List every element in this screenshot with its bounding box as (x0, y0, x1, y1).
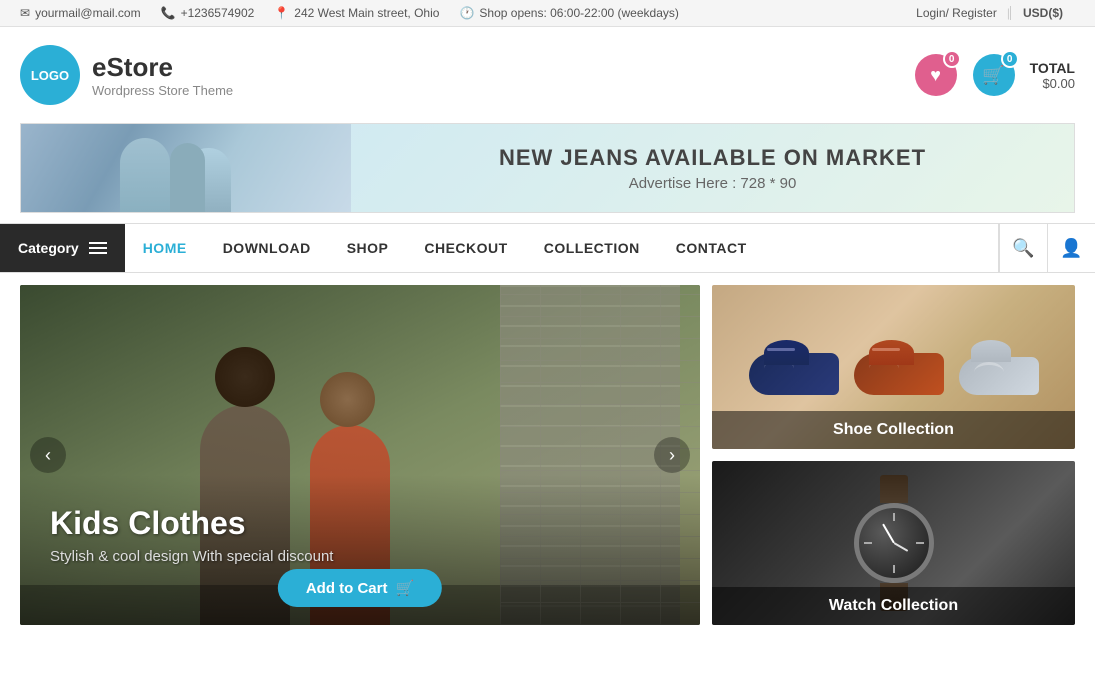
topbar-hours: Shop opens: 06:00-22:00 (weekdays) (459, 6, 678, 20)
navbar: Category HOME DOWNLOAD SHOP CHECKOUT COL… (0, 223, 1095, 273)
cart-button[interactable]: 🛒 0 (973, 54, 1015, 96)
clock-icon (459, 6, 474, 20)
cart-badge: 0 (1001, 50, 1019, 68)
currency-selector[interactable]: USD($) (1010, 6, 1075, 20)
shoe-panel[interactable]: Shoe Collection (712, 285, 1075, 449)
banner-headline: NEW JEANS AVAILABLE ON MARKET (381, 145, 1044, 171)
banner-subtext: Advertise Here : 728 * 90 (381, 175, 1044, 192)
logo-area: LOGO eStore Wordpress Store Theme (20, 45, 233, 105)
cart-icon-small: 🛒 (395, 579, 414, 597)
nav-checkout[interactable]: CHECKOUT (406, 224, 525, 272)
add-to-cart-button[interactable]: Add to Cart 🛒 (278, 569, 442, 607)
phone-icon (161, 6, 176, 20)
account-button[interactable]: 👤 (1047, 224, 1095, 272)
topbar-phone: +1236574902 (161, 6, 255, 20)
login-register-link[interactable]: Login/ Register (906, 6, 1007, 20)
nav-home[interactable]: HOME (125, 224, 205, 272)
category-button[interactable]: Category (0, 224, 125, 272)
main-nav: HOME DOWNLOAD SHOP CHECKOUT COLLECTION C… (125, 224, 998, 272)
slider-prev-button[interactable]: ‹ (30, 437, 66, 473)
total-label: TOTAL (1030, 60, 1075, 76)
slider-subtitle: Stylish & cool design With special disco… (50, 548, 670, 565)
topbar-info: yourmail@mail.com +1236574902 242 West M… (20, 6, 679, 20)
banner-image (21, 123, 351, 213)
brand-name: eStore (92, 52, 233, 83)
topbar: yourmail@mail.com +1236574902 242 West M… (0, 0, 1095, 27)
header-right: 0 🛒 0 TOTAL $0.00 (915, 54, 1075, 96)
brand-info: eStore Wordpress Store Theme (92, 52, 233, 98)
topbar-actions: Login/ Register | USD($) (906, 6, 1075, 20)
banner-text: NEW JEANS AVAILABLE ON MARKET Advertise … (351, 130, 1074, 207)
topbar-email: yourmail@mail.com (20, 6, 141, 20)
add-to-cart-label: Add to Cart (306, 580, 388, 597)
slider-next-button[interactable]: › (654, 437, 690, 473)
category-label: Category (18, 240, 79, 256)
wishlist-button[interactable]: 0 (915, 54, 957, 96)
topbar-address: 242 West Main street, Ohio (274, 6, 439, 20)
wishlist-badge: 0 (943, 50, 961, 68)
main-content: Kids Clothes Stylish & cool design With … (0, 273, 1095, 637)
nav-actions: 🔍 👤 (998, 224, 1095, 272)
nav-collection[interactable]: COLLECTION (526, 224, 658, 272)
hero-slider: Kids Clothes Stylish & cool design With … (20, 285, 700, 625)
nav-contact[interactable]: CONTACT (658, 224, 765, 272)
total-amount: $0.00 (1030, 76, 1075, 91)
header: LOGO eStore Wordpress Store Theme 0 🛒 0 … (0, 27, 1095, 123)
shoe-panel-label: Shoe Collection (712, 411, 1075, 449)
email-icon (20, 6, 30, 20)
search-button[interactable]: 🔍 (999, 224, 1047, 272)
location-icon (274, 6, 289, 20)
nav-download[interactable]: DOWNLOAD (205, 224, 329, 272)
account-icon: 👤 (1060, 238, 1082, 259)
watch-panel-label: Watch Collection (712, 587, 1075, 625)
search-icon: 🔍 (1012, 238, 1034, 259)
watch-panel[interactable]: Watch Collection (712, 461, 1075, 625)
side-panels: Shoe Collection (712, 285, 1075, 625)
nav-shop[interactable]: SHOP (329, 224, 407, 272)
cart-icon: 🛒 (982, 65, 1004, 86)
brand-tagline: Wordpress Store Theme (92, 83, 233, 98)
logo[interactable]: LOGO (20, 45, 80, 105)
heart-icon (930, 65, 941, 86)
slider-title: Kids Clothes (50, 505, 670, 542)
hamburger-icon (89, 242, 107, 254)
promo-banner: NEW JEANS AVAILABLE ON MARKET Advertise … (20, 123, 1075, 213)
cart-total: TOTAL $0.00 (1030, 60, 1075, 91)
